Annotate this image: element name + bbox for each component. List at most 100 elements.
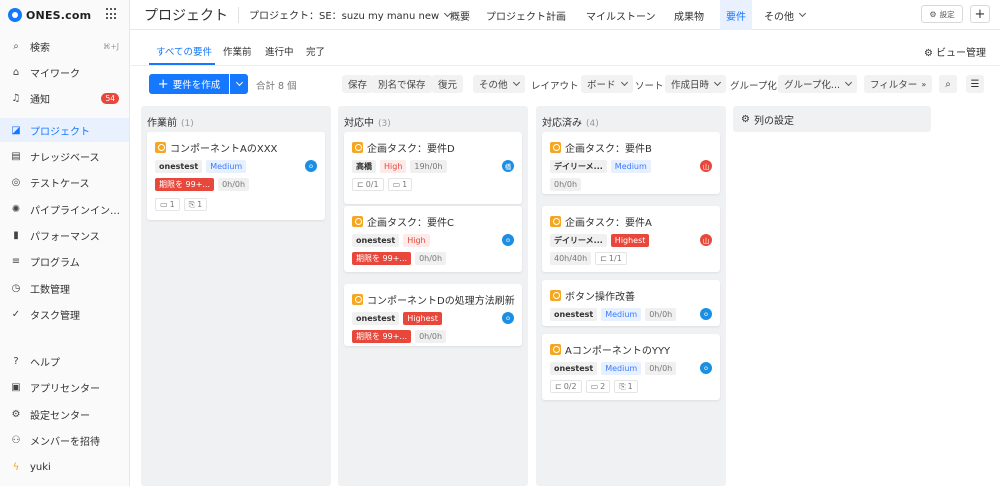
search-icon: ⌕ (945, 78, 951, 90)
sidebar-item[interactable]: ✓ タスク管理 (0, 302, 129, 326)
save-as-button[interactable]: 別名で保存 (372, 75, 432, 93)
subtab[interactable]: 完了 (306, 44, 325, 58)
sidebar-item[interactable]: ✺ パイプラインインテ... (0, 197, 129, 221)
subtab[interactable]: すべての要件 (156, 44, 212, 58)
filter-label: フィルター (870, 80, 918, 91)
sidebar-item[interactable]: ⌕ 検索 ⌘+J (0, 34, 129, 58)
create-requirement-button[interactable]: + 要件を作成 (149, 74, 229, 94)
requirement-card[interactable]: 企画タスク：要件A 山 デイリーメ... Highest 40h/40h ⊏ 1/1 (542, 206, 720, 272)
invite-member-icon: ⚇ (11, 434, 21, 446)
column-header: 作業前 (1) (147, 114, 194, 129)
column-settings-button[interactable]: ⚙ 列の設定 (733, 106, 931, 132)
avatar[interactable]: 山 (700, 234, 712, 246)
avatar[interactable]: o (700, 362, 712, 374)
app-center-icon: ▣ (11, 381, 21, 393)
sidebar-item[interactable]: ? ヘルプ (0, 349, 129, 373)
chip-text: 40h/40h (554, 254, 588, 263)
sidebar-item[interactable]: ≡ プログラム (0, 249, 129, 273)
subtask-icon: ⊏ (357, 180, 364, 189)
restore-button[interactable]: 復元 (432, 75, 464, 93)
plus-icon: + (157, 76, 169, 92)
add-button[interactable]: + (970, 5, 990, 23)
sidebar-item[interactable]: ◷ 工数管理 (0, 276, 129, 300)
sidebar-item[interactable]: ◪ プロジェクト (0, 118, 129, 142)
sidebar-item[interactable]: ▤ ナレッジベース (0, 144, 129, 168)
avatar[interactable]: o (700, 308, 712, 320)
program-icon: ≡ (11, 255, 21, 267)
sidebar-item[interactable]: ⚇ メンバーを招待 (0, 428, 129, 452)
more-dropdown[interactable]: その他 (473, 75, 525, 93)
requirement-card[interactable]: AコンポーネントのYYY o onestest Medium 0h/0h ⊏ 0/2 ▭ 2 ⎘ 1 (542, 334, 720, 400)
sidebar-item-label: メンバーを招待 (30, 436, 100, 448)
card-meta-row: ⊏ 0/2 ▭ 2 ⎘ 1 (550, 380, 638, 393)
home-icon: ⌂ (12, 66, 20, 78)
card-title[interactable]: AコンポーネントのYYY (550, 342, 670, 357)
view-management-button[interactable]: ⚙ ビュー管理 (924, 44, 986, 59)
sidebar-item[interactable]: ⌂ マイワーク (0, 60, 129, 84)
sidebar-item[interactable]: ϟ yuki (0, 455, 129, 479)
avatar[interactable]: 山 (700, 160, 712, 172)
avatar[interactable]: o (502, 312, 514, 324)
settings-button[interactable]: ⚙ 設定 (921, 5, 963, 23)
sort-select[interactable]: 作成日時 (665, 75, 727, 93)
list-icon: ☰ (970, 78, 980, 90)
group-select[interactable]: グループ化... (778, 75, 857, 93)
card-title-text: コンポーネントAのXXX (170, 144, 278, 155)
project-selector[interactable]: プロジェクト：SE：suzu my manu new (249, 7, 452, 22)
deadline-badge: 期限を 99+... (155, 178, 215, 191)
chip-text: 0h/0h (222, 180, 246, 189)
top-tab[interactable]: 概要 (444, 0, 476, 30)
subtab[interactable]: 進行中 (265, 44, 294, 58)
meta-chip: ▭ 2 (585, 380, 611, 393)
card-fields-row: onestest Medium 0h/0h (550, 362, 677, 375)
owner-chip: onestest (155, 160, 203, 173)
requirement-card[interactable]: コンポーネントAのXXX o onestest Medium 期限を 99+... 0h/… (147, 132, 325, 220)
sort-value: 作成日時 (671, 80, 710, 91)
card-title[interactable]: ボタン操作改善 (550, 288, 635, 303)
top-tab[interactable]: 要件 (720, 0, 752, 30)
sidebar-item-label: 通知 (30, 94, 50, 106)
list-settings-button[interactable]: ☰ (966, 75, 984, 93)
requirement-card[interactable]: コンポーネントDの処理方法刷新 o onestest Highest 期限を 99+..… (344, 284, 522, 346)
card-title[interactable]: 企画タスク：要件B (550, 140, 652, 155)
search-button[interactable]: ⌕ (939, 75, 957, 93)
sidebar-item[interactable]: ◎ テストケース (0, 170, 129, 194)
top-tab[interactable]: 成果物 (668, 0, 710, 30)
card-meta-row: ▭ 1 ⎘ 1 (155, 198, 208, 211)
avatar[interactable]: 橋 (502, 160, 514, 172)
layout-select[interactable]: ボード (581, 75, 633, 93)
avatar[interactable]: o (305, 160, 317, 172)
avatar[interactable]: o (502, 234, 514, 246)
card-title[interactable]: 企画タスク：要件C (352, 214, 454, 229)
card-title[interactable]: 企画タスク：要件D (352, 140, 455, 155)
chip-text: 1/1 (608, 254, 622, 263)
priority-badge: Medium (601, 362, 642, 375)
requirement-card[interactable]: 企画タスク：要件D 橋高橋 High 19h/0h ⊏ 0/1 ▭ 1 (344, 132, 522, 204)
save-label: 保存 (348, 80, 368, 91)
sidebar-item[interactable]: ▮ パフォーマンス (0, 223, 129, 247)
save-button[interactable]: 保存 (342, 75, 374, 93)
top-tab[interactable]: その他 (758, 0, 811, 30)
top-tab[interactable]: プロジェクト計画 (480, 0, 572, 30)
requirement-card[interactable]: ボタン操作改善 o onestest Medium 0h/0h (542, 280, 720, 326)
subtab[interactable]: 作業前 (223, 44, 252, 58)
create-dropdown-button[interactable] (230, 74, 248, 94)
sidebar-item[interactable]: ▣ アプリセンター (0, 375, 129, 399)
chip-text: 0h/0h (419, 332, 443, 341)
bell-icon: ♫ (11, 92, 21, 104)
apps-grid-icon[interactable] (106, 8, 118, 20)
requirement-card[interactable]: 企画タスク：要件C o onestest High 期限を 99+... 0h/0h (344, 206, 522, 272)
sidebar-item[interactable]: ♫ 通知 54 (0, 86, 129, 110)
top-tab[interactable]: マイルストーン (580, 0, 662, 30)
sidebar-item[interactable]: ⚙ 設定センター (0, 402, 129, 426)
task-icon: ✓ (11, 308, 21, 320)
card-title[interactable]: コンポーネントAのXXX (155, 140, 277, 155)
card-title[interactable]: 企画タスク：要件A (550, 214, 652, 229)
card-fields-row: onestest Medium 0h/0h (550, 308, 677, 321)
total-count: 合計 8 個 (256, 81, 297, 92)
filter-button[interactable]: フィルター» (864, 75, 933, 93)
priority-badge: High (403, 234, 430, 247)
requirement-card[interactable]: 企画タスク：要件B 山 デイリーメ... Medium 0h/0h (542, 132, 720, 194)
card-title[interactable]: コンポーネントDの処理方法刷新 (352, 292, 515, 307)
notification-badge: 54 (101, 92, 119, 104)
